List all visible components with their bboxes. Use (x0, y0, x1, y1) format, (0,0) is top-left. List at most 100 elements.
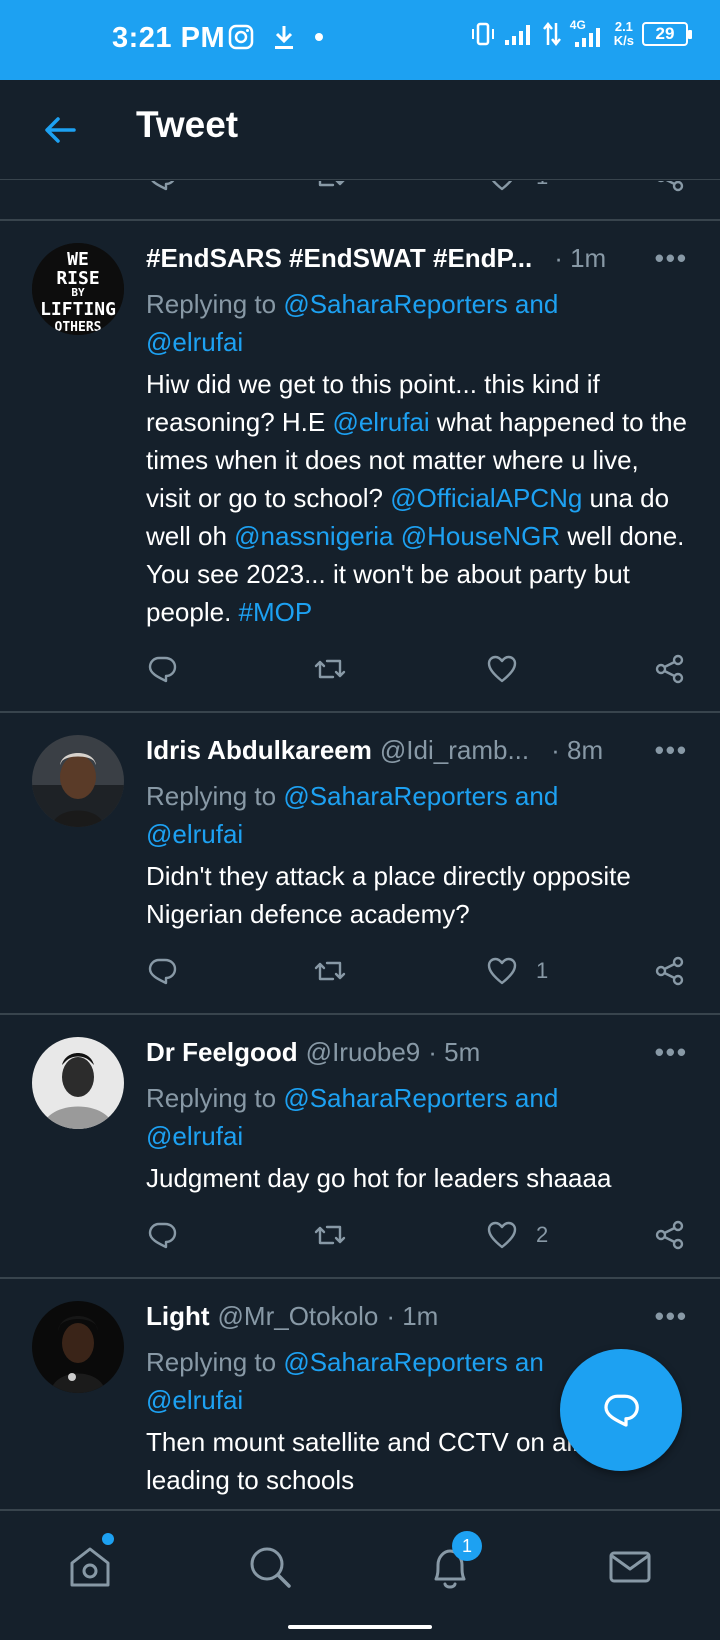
svg-text:OTHERS: OTHERS (55, 320, 102, 335)
tweet-header: Idris Abdulkareem @Idi_ramb... · 8m ••• (146, 735, 690, 773)
svg-text:WE: WE (67, 249, 89, 270)
avatar-image (32, 1037, 124, 1129)
vibrate-icon (471, 22, 494, 46)
display-name[interactable]: Light (146, 1301, 210, 1332)
display-name[interactable]: Idris Abdulkareem (146, 735, 372, 766)
timestamp: · 1m (386, 1301, 439, 1331)
mention-link[interactable]: @elrufai (146, 1121, 243, 1151)
retweet-button[interactable] (314, 1219, 346, 1251)
hashtag-link[interactable]: #MOP (239, 597, 313, 627)
reply-icon (148, 958, 177, 985)
tweet-item[interactable]: Dr Feelgood @Iruobe9 · 5m ••• Replying t… (0, 1015, 720, 1279)
home-indicator[interactable] (288, 1625, 432, 1629)
display-name[interactable]: Dr Feelgood (146, 1037, 298, 1068)
like-count: 1 (536, 958, 549, 983)
more-options-icon[interactable]: ••• (655, 1301, 688, 1332)
notification-badge: 1 (452, 1531, 482, 1561)
reply-button[interactable] (146, 181, 178, 193)
share-button[interactable] (654, 181, 686, 193)
reply-icon (151, 181, 175, 191)
retweet-icon (318, 181, 345, 187)
mention-link[interactable]: @SaharaReporters and (283, 1083, 558, 1113)
like-count: 2 (536, 1222, 549, 1247)
retweet-button[interactable] (314, 181, 346, 193)
battery-icon: 29 (642, 22, 692, 46)
status-bar: 3:21 PM 4G 2.1 K/s 29 (0, 0, 720, 80)
heart-icon (487, 1221, 517, 1249)
search-icon[interactable] (244, 1541, 296, 1593)
signal-icon (504, 25, 530, 45)
mention-link[interactable]: @HouseNGR (401, 521, 560, 551)
replying-to: Replying to @SaharaReporters and @elrufa… (146, 781, 559, 849)
retweet-button[interactable] (314, 955, 346, 987)
retweet-icon (314, 659, 346, 679)
share-icon (657, 181, 684, 192)
timestamp: · 1m (554, 243, 607, 273)
tweet-actions: 1 (146, 955, 690, 1013)
retweet-icon (314, 961, 346, 981)
reply-icon (604, 1394, 639, 1427)
display-name[interactable]: #EndSARS #EndSWAT #EndP... (146, 243, 532, 274)
avatar-image (32, 735, 124, 827)
share-button[interactable] (654, 1219, 686, 1251)
share-icon (655, 1220, 684, 1250)
mention-link[interactable]: @OfficialAPCNg (390, 483, 582, 513)
like-button[interactable]: 1 (486, 955, 548, 987)
avatar[interactable] (32, 1037, 124, 1129)
svg-text:BY: BY (71, 286, 85, 299)
mention-link[interactable]: @SaharaReporters an (283, 1347, 544, 1377)
avatar[interactable]: WE RISE BY LIFTING OTHERS (32, 243, 124, 335)
more-options-icon[interactable]: ••• (655, 243, 688, 274)
reply-button[interactable] (146, 653, 178, 685)
tweet-actions (146, 653, 690, 711)
mention-link[interactable]: @nassnigeria (234, 521, 393, 551)
tweet-item[interactable]: WE RISE BY LIFTING OTHERS #EndSARS #EndS… (0, 221, 720, 713)
share-button[interactable] (654, 653, 686, 685)
tweet-header: Light @Mr_Otokolo · 1m ••• (146, 1301, 690, 1339)
status-time: 3:21 PM (112, 22, 226, 54)
bottom-navigation: 1 (0, 1509, 720, 1636)
retweet-button[interactable] (314, 653, 346, 685)
previous-tweet-actions: 1 (0, 181, 720, 209)
more-options-icon[interactable]: ••• (655, 735, 688, 766)
share-button[interactable] (654, 955, 686, 987)
avatar-image (32, 1301, 124, 1393)
reply-icon (148, 656, 177, 683)
mention-link[interactable]: @elrufai (332, 407, 429, 437)
like-button[interactable] (486, 653, 536, 685)
replies-feed[interactable]: 1 WE RISE BY LIFTING OTHERS #EndSARS #En… (0, 181, 720, 1509)
messages-mail-icon[interactable] (604, 1541, 656, 1593)
instagram-icon (228, 24, 254, 50)
avatar[interactable] (32, 735, 124, 827)
avatar[interactable] (32, 1301, 124, 1393)
like-button[interactable]: 1 (486, 181, 548, 193)
more-options-icon[interactable]: ••• (655, 1037, 688, 1068)
mention-link[interactable]: @elrufai (146, 1385, 243, 1415)
mention-link[interactable]: @SaharaReporters and (283, 781, 558, 811)
replying-to: Replying to @SaharaReporters and @elrufa… (146, 1083, 559, 1151)
compose-reply-button[interactable] (560, 1349, 682, 1471)
share-icon (655, 956, 684, 986)
reply-button[interactable] (146, 1219, 178, 1251)
network-speed: 2.1 K/s (613, 19, 634, 48)
heart-icon (487, 655, 517, 683)
like-button[interactable]: 2 (486, 1219, 548, 1251)
heart-icon (491, 181, 513, 191)
mention-link[interactable]: @elrufai (146, 819, 243, 849)
timestamp: · 8m (551, 735, 604, 765)
handle[interactable]: @Idi_ramb... (380, 735, 529, 766)
home-icon[interactable] (64, 1541, 116, 1593)
reply-button[interactable] (146, 955, 178, 987)
tweet-header: #EndSARS #EndSWAT #EndP... · 1m ••• (146, 243, 690, 281)
handle[interactable]: @Mr_Otokolo (218, 1301, 379, 1332)
tweet-text: Hiw did we get to this point... this kin… (146, 369, 687, 627)
tweet-header: Dr Feelgood @Iruobe9 · 5m ••• (146, 1037, 690, 1075)
like-count: 1 (536, 181, 548, 190)
download-icon (275, 26, 293, 49)
tweet-item[interactable]: Idris Abdulkareem @Idi_ramb... · 8m ••• … (0, 713, 720, 1015)
back-arrow-icon[interactable] (40, 110, 80, 150)
mention-link[interactable]: @elrufai (146, 327, 243, 357)
handle[interactable]: @Iruobe9 (306, 1037, 421, 1068)
retweet-icon (314, 1225, 346, 1245)
mention-link[interactable]: @SaharaReporters and (283, 289, 558, 319)
